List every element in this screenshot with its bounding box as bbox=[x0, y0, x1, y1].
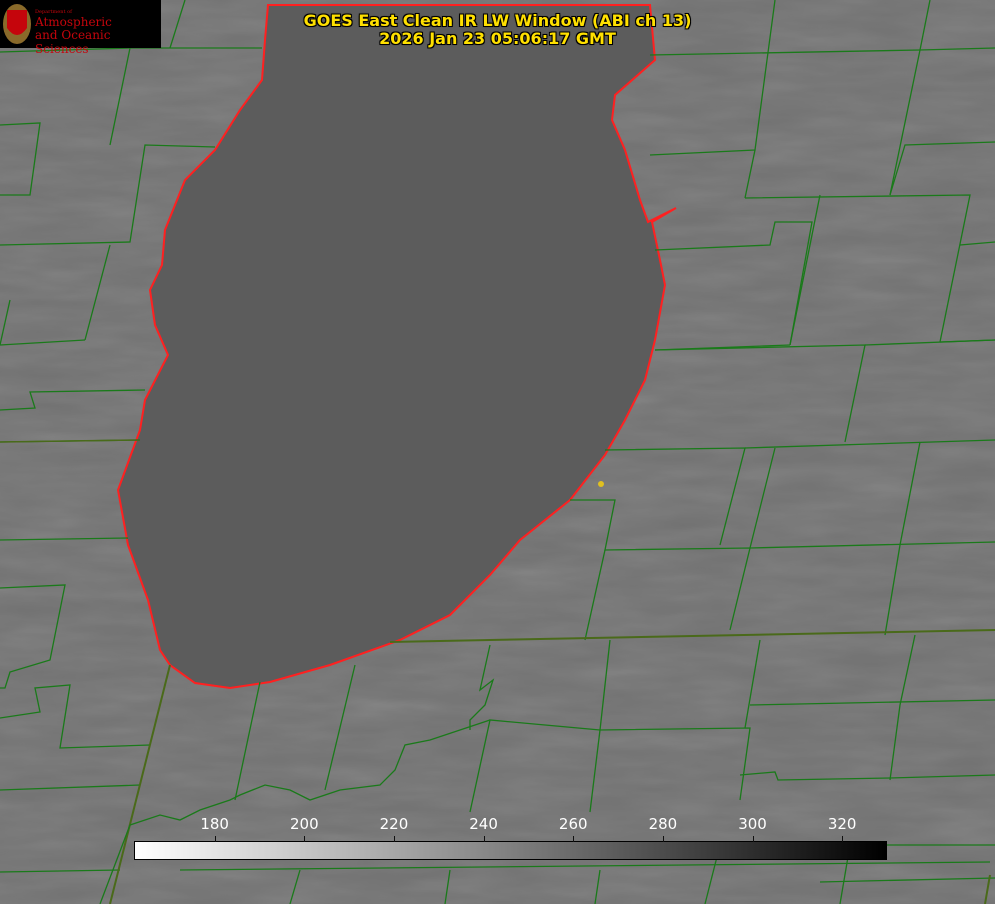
colorbar-tick-label: 200 bbox=[289, 815, 319, 833]
colorbar-tick-mark bbox=[214, 836, 216, 842]
colorbar-tick-label: 300 bbox=[738, 815, 767, 833]
colorbar-tick-label: 320 bbox=[827, 815, 857, 833]
colorbar-tick-mark bbox=[573, 836, 575, 842]
satellite-image-viewer: Department of Atmospheric and Oceanic Sc… bbox=[0, 0, 995, 904]
colorbar-tick-label: 280 bbox=[648, 815, 678, 833]
colorbar-tick-mark bbox=[304, 836, 306, 842]
satellite-map bbox=[0, 0, 995, 904]
colorbar bbox=[134, 841, 887, 860]
colorbar-tick-label: 260 bbox=[558, 815, 588, 833]
colorbar-tick-mark bbox=[662, 836, 664, 842]
colorbar-tick-mark bbox=[752, 836, 754, 842]
colorbar-tick-label: 220 bbox=[379, 815, 409, 833]
colorbar-tick-label: 240 bbox=[469, 815, 498, 833]
colorbar-tick-mark bbox=[393, 836, 395, 842]
image-title: GOES East Clean IR LW Window (ABI ch 13) bbox=[303, 11, 692, 30]
colorbar-tick-mark bbox=[842, 836, 844, 842]
colorbar-tick-mark bbox=[483, 836, 485, 842]
colorbar-tick-label: 180 bbox=[200, 815, 229, 833]
image-timestamp: 2026 Jan 23 05:06:17 GMT bbox=[379, 29, 616, 48]
station-marker-icon bbox=[598, 481, 604, 487]
